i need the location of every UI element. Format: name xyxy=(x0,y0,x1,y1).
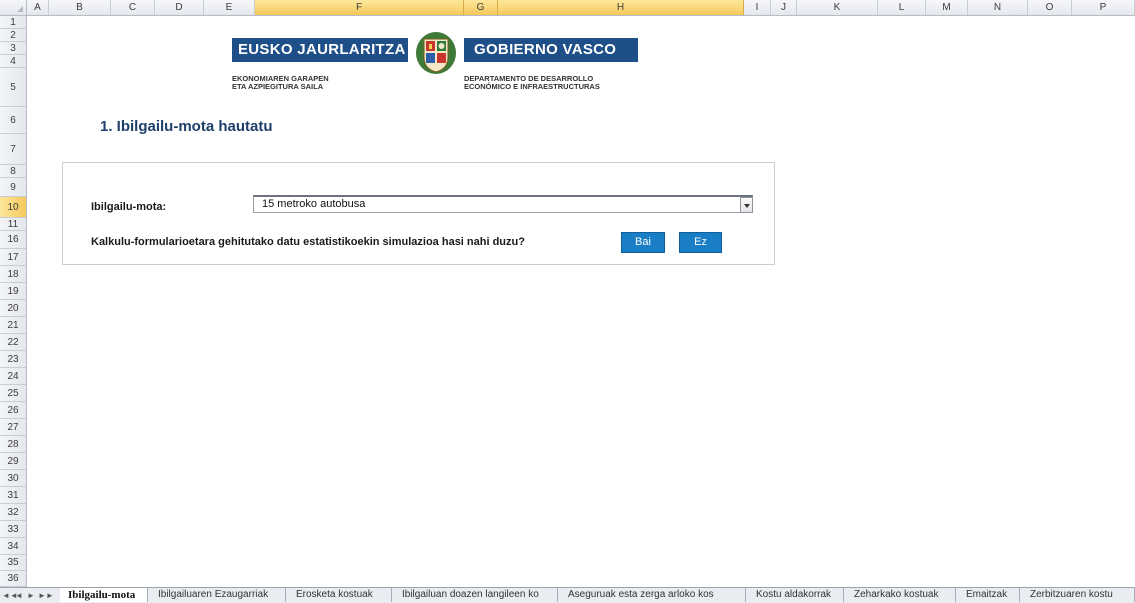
first-sheet-icon[interactable]: ◄◄ xyxy=(2,588,18,603)
no-button[interactable]: Ez xyxy=(679,232,722,253)
prev-sheet-icon[interactable]: ◄ xyxy=(14,588,24,603)
row-header[interactable]: 20 xyxy=(0,300,26,317)
row-header[interactable]: 18 xyxy=(0,266,26,283)
sheet-tab-langileen[interactable]: Ibilgailuan doazen langileen ko xyxy=(394,588,558,602)
row-header[interactable]: 32 xyxy=(0,504,26,521)
row-header[interactable]: 26 xyxy=(0,402,26,419)
row-header[interactable]: 8 xyxy=(0,165,26,178)
dropdown-arrow-icon[interactable] xyxy=(740,197,753,213)
row-header[interactable]: 7 xyxy=(0,134,26,165)
row-header[interactable]: 25 xyxy=(0,385,26,402)
row-header[interactable]: 11 xyxy=(0,218,26,231)
basque-shield-icon xyxy=(416,32,456,74)
logo-left-subtitle: EKONOMIAREN GARAPEN ETA AZPIEGITURA SAIL… xyxy=(232,75,329,91)
vehicle-type-label: Ibilgailu-mota: xyxy=(91,201,167,213)
row-header[interactable]: 4 xyxy=(0,55,26,68)
sheet-tab-emaitzak[interactable]: Emaitzak xyxy=(958,588,1020,602)
column-header-c[interactable]: C xyxy=(111,0,155,15)
row-header-selected[interactable]: 10 xyxy=(0,197,26,218)
row-header[interactable]: 6 xyxy=(0,107,26,134)
column-header-o[interactable]: O xyxy=(1028,0,1072,15)
row-header[interactable]: 28 xyxy=(0,436,26,453)
vehicle-type-value: 15 metroko autobusa xyxy=(262,198,366,210)
row-header[interactable]: 36 xyxy=(0,571,26,587)
row-header[interactable]: 3 xyxy=(0,42,26,55)
column-header-p[interactable]: P xyxy=(1072,0,1135,15)
column-header-h[interactable]: H xyxy=(498,0,744,15)
sheet-tab-ezaugarriak[interactable]: Ibilgailuaren Ezaugarriak xyxy=(150,588,286,602)
row-header[interactable]: 19 xyxy=(0,283,26,300)
row-header[interactable]: 35 xyxy=(0,555,26,571)
column-header-f[interactable]: F xyxy=(255,0,464,15)
sheet-tab-zeharkako[interactable]: Zeharkako kostuak xyxy=(846,588,956,602)
vehicle-form-panel xyxy=(62,162,775,265)
row-header[interactable]: 27 xyxy=(0,419,26,436)
column-header-k[interactable]: K xyxy=(797,0,878,15)
row-header[interactable]: 30 xyxy=(0,470,26,487)
row-header[interactable]: 5 xyxy=(0,68,26,107)
row-header[interactable]: 2 xyxy=(0,29,26,42)
row-header[interactable]: 24 xyxy=(0,368,26,385)
logo-left-subtitle-line: ETA AZPIEGITURA SAILA xyxy=(232,82,324,91)
sheet-tab-aseguruak[interactable]: Aseguruak esta zerga arloko kos xyxy=(560,588,746,602)
select-all-corner[interactable] xyxy=(0,0,27,15)
last-sheet-icon[interactable]: ►► xyxy=(38,588,54,603)
page-title: 1. Ibilgailu-mota hautatu xyxy=(100,118,273,135)
sheet-tab-kostu-aldakorrak[interactable]: Kostu aldakorrak xyxy=(748,588,844,602)
row-header[interactable]: 9 xyxy=(0,178,26,197)
logo-right-title: GOBIERNO VASCO xyxy=(464,38,638,62)
yes-button[interactable]: Bai xyxy=(621,232,665,253)
column-header-bar: A B C D E F G H I J K L M N O P xyxy=(0,0,1135,16)
government-logo: EUSKO JAURLARITZA GOBIERNO VASCO EKONOMI… xyxy=(228,31,638,101)
simulation-question: Kalkulu-formularioetara gehitutako datu … xyxy=(91,236,525,248)
column-header-g[interactable]: G xyxy=(464,0,498,15)
column-header-e[interactable]: E xyxy=(204,0,255,15)
sheet-tab-bar: ◄◄ ◄ ► ►► Ibilgailu-mota Ibilgailuaren E… xyxy=(0,587,1135,603)
logo-right-subtitle-line: ECONÓMICO E INFRAESTRUCTURAS xyxy=(464,82,600,91)
row-header-bar: 1 2 3 4 5 6 7 8 9 10 11 16 17 18 19 20 2… xyxy=(0,16,27,587)
column-header-b[interactable]: B xyxy=(49,0,111,15)
vehicle-type-dropdown[interactable]: 15 metroko autobusa xyxy=(253,195,753,213)
column-header-d[interactable]: D xyxy=(155,0,204,15)
next-sheet-icon[interactable]: ► xyxy=(26,588,36,603)
row-header[interactable]: 17 xyxy=(0,249,26,266)
column-header-m[interactable]: M xyxy=(926,0,968,15)
sheet-tab-zerbitzuaren[interactable]: Zerbitzuaren kostu xyxy=(1022,588,1135,602)
sheet-tab-erosketa[interactable]: Erosketa kostuak xyxy=(288,588,392,602)
row-header[interactable]: 29 xyxy=(0,453,26,470)
column-header-a[interactable]: A xyxy=(27,0,49,15)
row-header[interactable]: 16 xyxy=(0,231,26,249)
logo-right-subtitle: DEPARTAMENTO DE DESARROLLO ECONÓMICO E I… xyxy=(464,75,600,91)
row-header[interactable]: 22 xyxy=(0,334,26,351)
logo-left-title: EUSKO JAURLARITZA xyxy=(232,38,408,62)
column-header-n[interactable]: N xyxy=(968,0,1028,15)
column-header-i[interactable]: I xyxy=(744,0,771,15)
row-header[interactable]: 34 xyxy=(0,538,26,555)
column-header-l[interactable]: L xyxy=(878,0,926,15)
row-header[interactable]: 23 xyxy=(0,351,26,368)
row-header[interactable]: 31 xyxy=(0,487,26,504)
row-header[interactable]: 1 xyxy=(0,16,26,29)
sheet-tab-ibilgailu-mota[interactable]: Ibilgailu-mota xyxy=(60,588,148,602)
row-header[interactable]: 21 xyxy=(0,317,26,334)
row-header[interactable]: 33 xyxy=(0,521,26,538)
column-header-j[interactable]: J xyxy=(771,0,797,15)
